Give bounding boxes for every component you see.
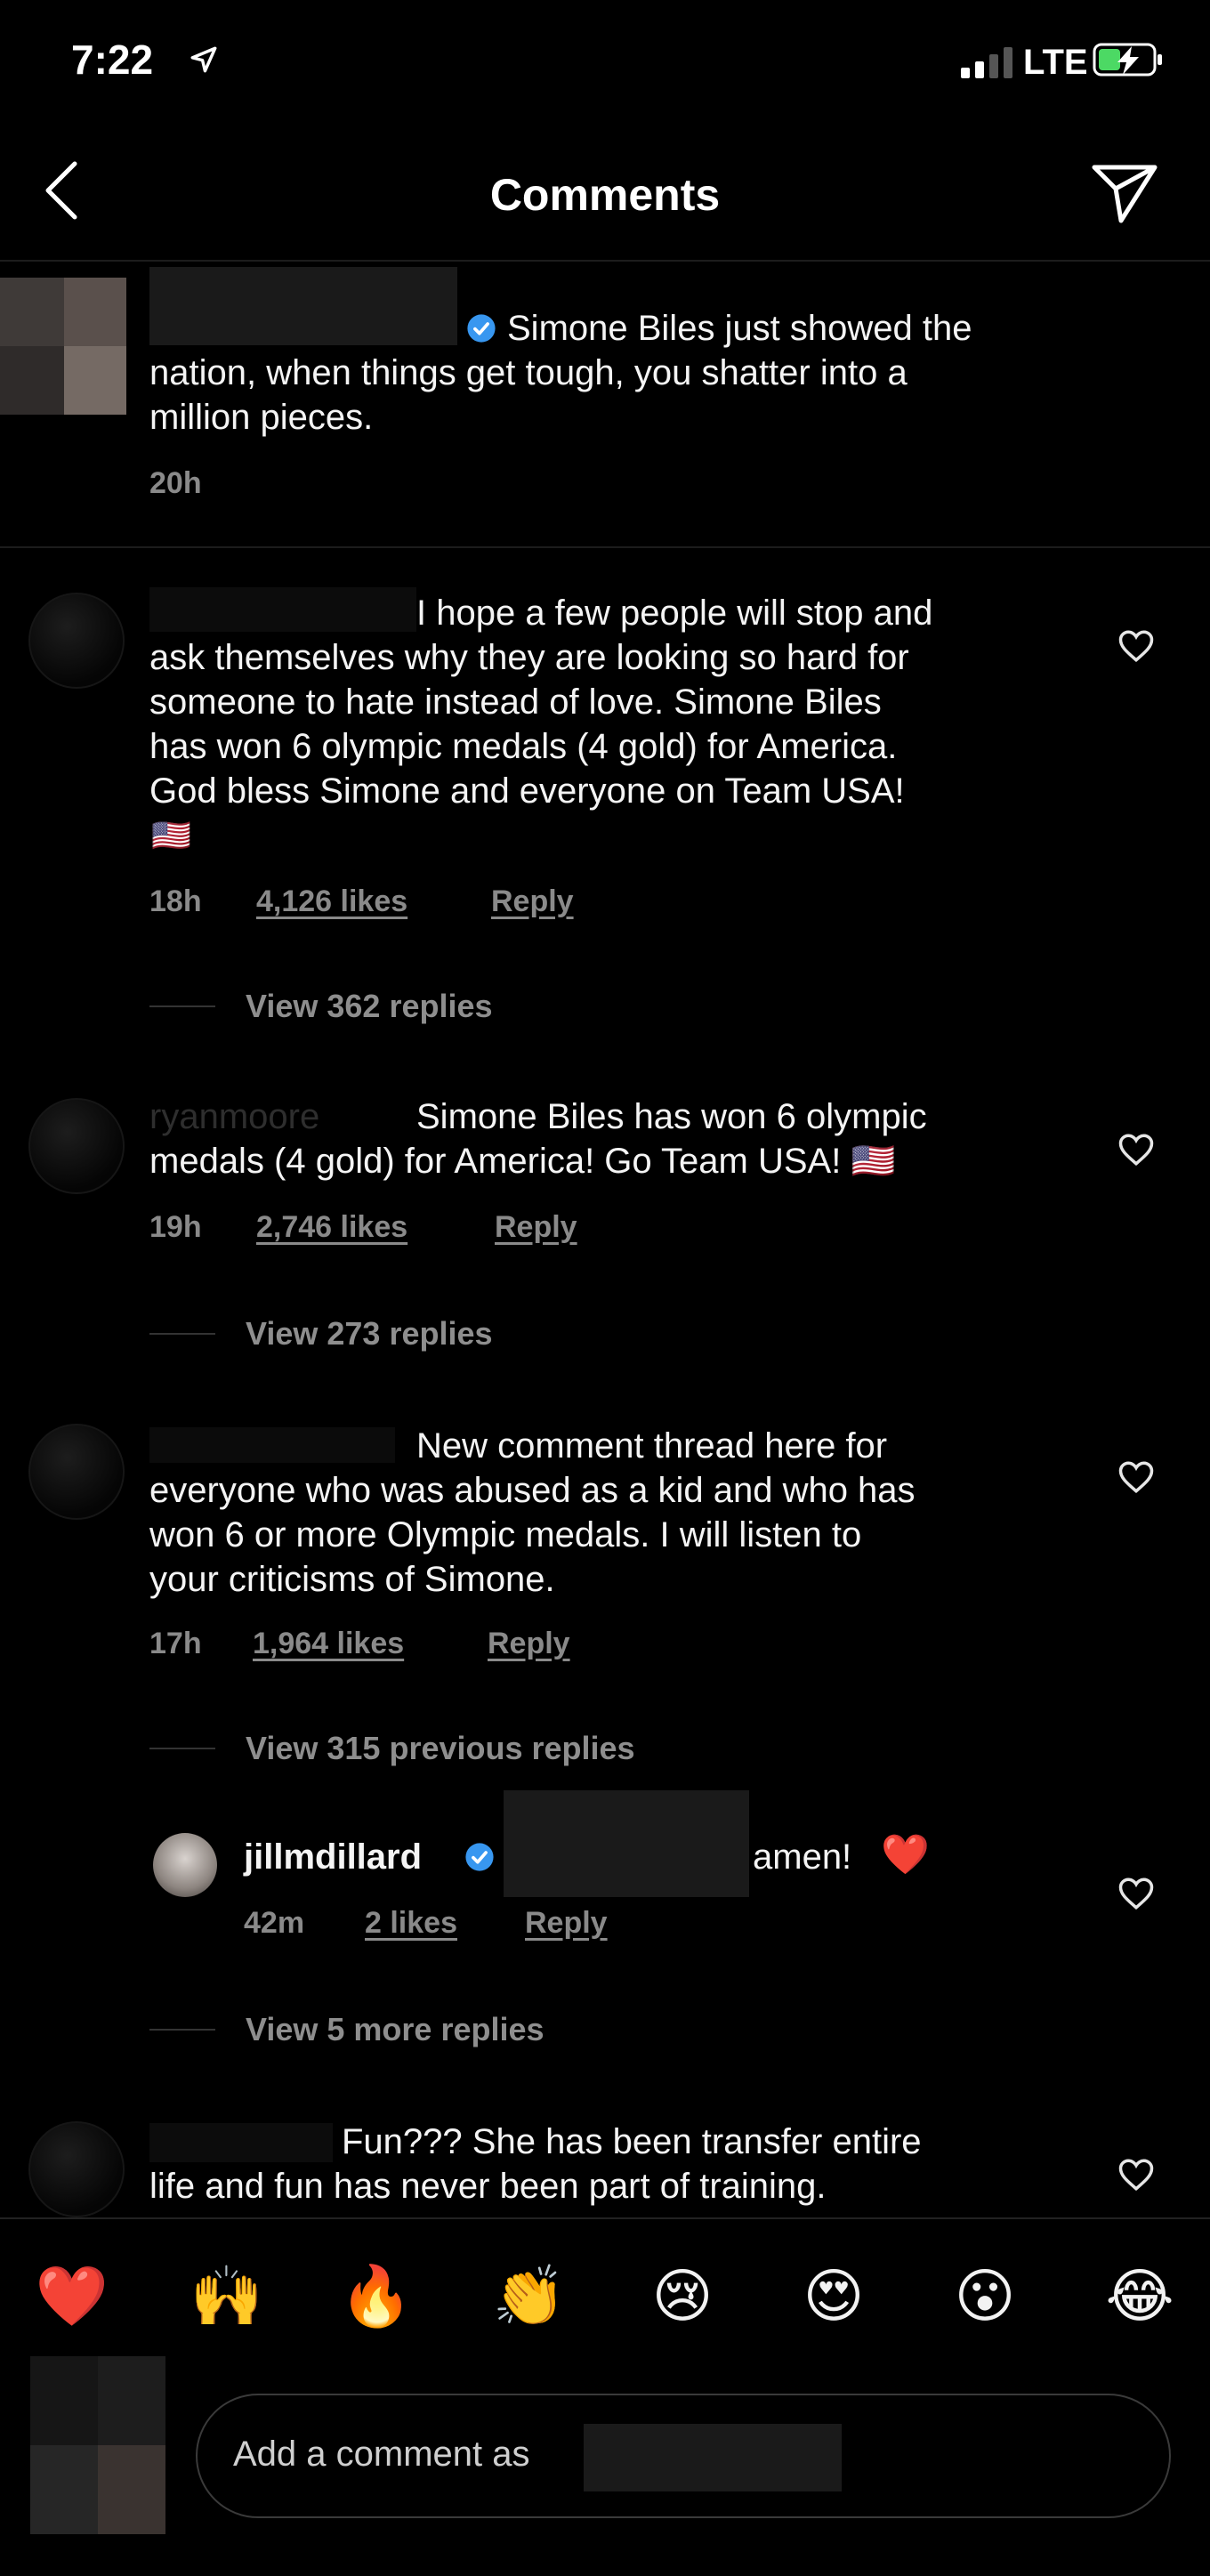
comment-text-line: medals (4 gold) for America! Go Team USA…: [149, 1142, 896, 1181]
user-avatar: [30, 2356, 165, 2534]
share-send-icon[interactable]: [1091, 162, 1158, 224]
comment-text-line: I hope a few people will stop and: [416, 594, 933, 633]
avatar[interactable]: [153, 1833, 217, 1897]
view-more-replies-button[interactable]: View 5 more replies: [246, 2011, 544, 2048]
reply-username[interactable]: jillmdillard: [244, 1835, 422, 1879]
comment-text-line: Simone Biles has won 6 olympic: [416, 1097, 927, 1136]
comment-text-line: God bless Simone and everyone on Team US…: [149, 771, 905, 811]
verified-badge-icon: [467, 314, 496, 343]
redacted-username: [149, 1427, 395, 1463]
comment-text-line: your criticisms of Simone.: [149, 1560, 555, 1599]
redacted-account-name: [584, 2424, 842, 2491]
emoji-raised-hands-button[interactable]: 🙌: [187, 2260, 267, 2331]
emoji-fire-button[interactable]: 🔥: [336, 2260, 416, 2331]
emoji-laughing-button[interactable]: 😂: [1100, 2260, 1180, 2331]
comment-username-faded[interactable]: ryanmoore: [149, 1094, 319, 1139]
replies-line: [149, 1333, 215, 1335]
likes-count-link[interactable]: 2,746 likes: [256, 1210, 407, 1245]
caption-avatar[interactable]: [0, 278, 126, 415]
caption-text-line: million pieces.: [149, 398, 374, 437]
replies-line: [149, 1748, 215, 1749]
likes-count-link[interactable]: 2 likes: [365, 1906, 457, 1941]
like-heart-icon[interactable]: [1117, 1876, 1155, 1911]
caption-divider: [0, 546, 1210, 548]
likes-count-link[interactable]: 4,126 likes: [256, 884, 407, 919]
comment-timestamp: 19h: [149, 1210, 202, 1244]
location-arrow-icon: [190, 46, 217, 73]
comment-text-line: ask themselves why they are looking so h…: [149, 638, 909, 677]
replies-line: [149, 2029, 215, 2031]
comment-text-line: has won 6 olympic medals (4 gold) for Am…: [149, 727, 898, 766]
view-replies-button[interactable]: View 273 replies: [246, 1315, 493, 1353]
reply-button[interactable]: Reply: [488, 1627, 570, 1661]
red-heart-emoji: ❤️: [881, 1833, 930, 1877]
view-previous-replies-button[interactable]: View 315 previous replies: [246, 1730, 635, 1767]
emoji-heart-eyes-button[interactable]: 😍: [794, 2260, 874, 2331]
verified-badge-icon: [465, 1843, 494, 1871]
emoji-heart-button[interactable]: ❤️: [32, 2260, 112, 2331]
avatar[interactable]: [28, 1424, 125, 1520]
redacted-username: [149, 587, 416, 632]
page-title: Comments: [489, 170, 721, 220]
likes-count-link[interactable]: 1,964 likes: [253, 1627, 404, 1661]
comment-timestamp: 17h: [149, 1627, 202, 1660]
comment-text-line: won 6 or more Olympic medals. I will lis…: [149, 1515, 862, 1554]
comment-text-line: someone to hate instead of love. Simone …: [149, 682, 882, 722]
emoji-clap-button[interactable]: 👏: [489, 2260, 569, 2331]
compose-divider: [0, 2217, 1210, 2219]
view-replies-button[interactable]: View 362 replies: [246, 988, 493, 1025]
cellular-signal-icon: [961, 47, 1012, 78]
reply-button[interactable]: Reply: [491, 884, 574, 919]
comment-timestamp: 18h: [149, 884, 202, 918]
status-time: 7:22: [71, 36, 154, 83]
like-heart-icon[interactable]: [1117, 2157, 1155, 2192]
like-heart-icon[interactable]: [1117, 628, 1155, 664]
emoji-wow-button[interactable]: 😮: [945, 2260, 1025, 2331]
network-type: LTE: [1023, 43, 1088, 82]
caption-timestamp: 20h: [149, 466, 202, 500]
header-divider: [0, 260, 1210, 262]
avatar[interactable]: [28, 593, 125, 689]
replies-line: [149, 1005, 215, 1007]
redacted-mention: [504, 1790, 749, 1897]
emoji-crying-button[interactable]: 😢: [642, 2260, 722, 2331]
comment-text-line: life and fun has never been part of trai…: [149, 2167, 827, 2206]
like-heart-icon[interactable]: [1117, 1132, 1155, 1167]
comment-clipped: Fun??? She has been transfer entire life…: [0, 2100, 1210, 2217]
like-heart-icon[interactable]: [1117, 1459, 1155, 1495]
caption-text-line: nation, when things get tough, you shatt…: [149, 353, 908, 392]
avatar[interactable]: [28, 2121, 125, 2217]
redacted-username: [149, 2123, 333, 2162]
reply-timestamp: 42m: [244, 1906, 305, 1940]
reply-button[interactable]: Reply: [525, 1906, 608, 1941]
reply-text: amen!: [753, 1837, 852, 1877]
comment-text-line: everyone who was abused as a kid and who…: [149, 1471, 916, 1510]
comment-text-line: Fun??? She has been transfer entire: [342, 2122, 922, 2161]
redacted-username: [149, 267, 457, 345]
comment-text-line: New comment thread here for: [416, 1426, 888, 1466]
comment-input-placeholder: Add a comment as: [233, 2435, 530, 2474]
us-flag-emoji: 🇺🇸: [151, 817, 191, 853]
battery-charging-icon: [1093, 43, 1162, 77]
caption-text-line: Simone Biles just showed the: [507, 309, 972, 348]
reply-button[interactable]: Reply: [495, 1210, 577, 1245]
avatar[interactable]: [28, 1098, 125, 1194]
